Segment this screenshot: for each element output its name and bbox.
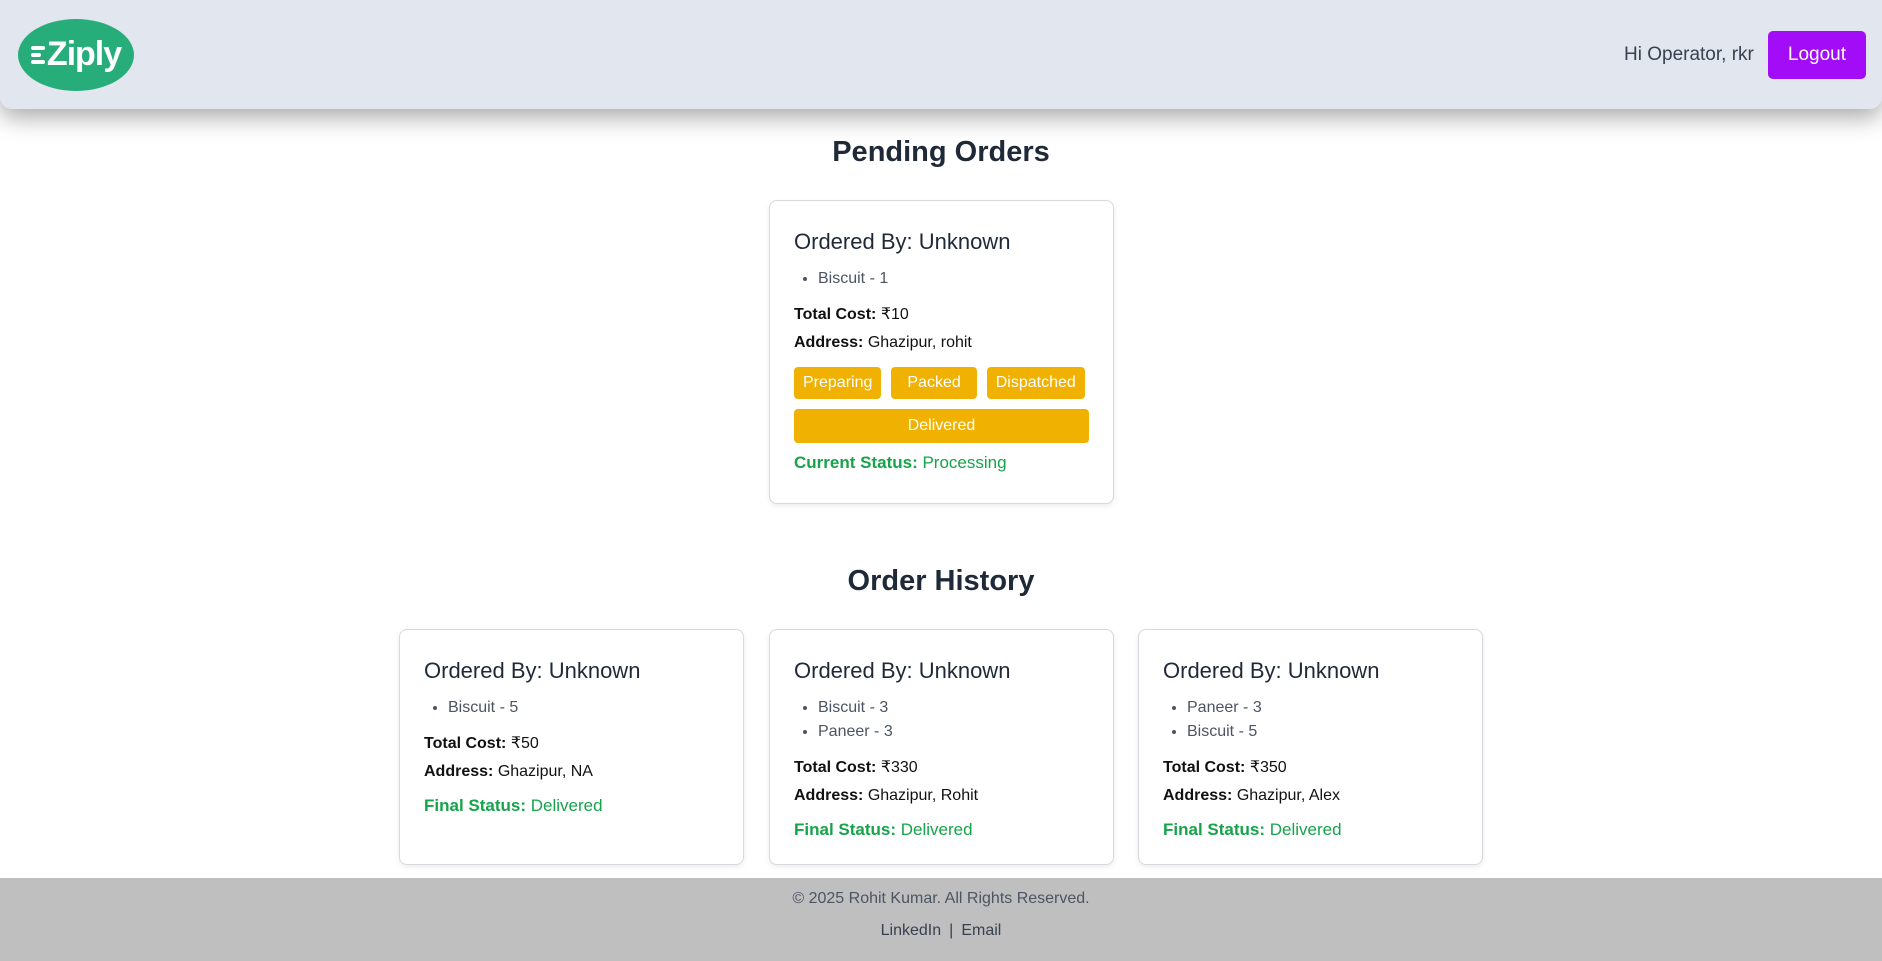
address-value: Ghazipur, rohit (867, 334, 972, 351)
address-value: Ghazipur, Alex (1236, 787, 1340, 804)
address: Address: Ghazipur, Rohit (794, 782, 1089, 810)
address-value: Ghazipur, Rohit (867, 787, 979, 804)
status-value: Delivered (900, 820, 973, 839)
total-cost-value: ₹350 (1249, 759, 1287, 776)
total-cost-value: ₹10 (880, 306, 909, 323)
order-items-list: Biscuit - 5 (424, 696, 719, 720)
packed-button[interactable]: Packed (891, 367, 977, 399)
total-cost-label: Total Cost: (1163, 759, 1246, 776)
total-cost: Total Cost: ₹330 (794, 754, 1089, 782)
order-history-title: Order History (847, 565, 1035, 597)
total-cost-label: Total Cost: (794, 306, 877, 323)
total-cost: Total Cost: ₹350 (1163, 754, 1458, 782)
speed-lines-icon (30, 45, 45, 64)
address-value: Ghazipur, NA (497, 763, 593, 780)
total-cost-value: ₹50 (510, 735, 539, 752)
list-item: Paneer - 3 (818, 720, 1089, 744)
total-cost-label: Total Cost: (424, 735, 507, 752)
preparing-button[interactable]: Preparing (794, 367, 882, 399)
list-item: Biscuit - 1 (818, 267, 1089, 291)
status-action-row: Preparing Packed Dispatched (794, 367, 1089, 399)
address-label: Address: (424, 763, 494, 780)
ordered-by: Ordered By: Unknown (794, 658, 1011, 683)
email-link[interactable]: Email (961, 922, 1001, 939)
order-items-list: Paneer - 3 Biscuit - 5 (1163, 696, 1458, 744)
footer-separator: | (949, 922, 954, 939)
total-cost-value: ₹330 (880, 759, 918, 776)
status-label: Final Status: (794, 820, 897, 839)
ordered-by: Ordered By: Unknown (424, 658, 641, 683)
ordered-by: Ordered By: Unknown (794, 229, 1011, 254)
nav-user-area: Hi Operator, rkr Logout (1624, 30, 1866, 79)
total-cost: Total Cost: ₹50 (424, 730, 719, 758)
address: Address: Ghazipur, Alex (1163, 782, 1458, 810)
status-value: Delivered (1269, 820, 1342, 839)
status-value: Delivered (530, 796, 603, 815)
footer-links: LinkedIn | Email (0, 922, 1882, 940)
linkedin-link[interactable]: LinkedIn (881, 922, 942, 939)
logout-button[interactable]: Logout (1767, 30, 1866, 79)
total-cost: Total Cost: ₹10 (794, 301, 1089, 329)
list-item: Paneer - 3 (1187, 696, 1458, 720)
pending-orders-title: Pending Orders (832, 136, 1050, 168)
history-order-card: Ordered By: Unknown Biscuit - 3 Paneer -… (769, 629, 1114, 865)
ordered-by: Ordered By: Unknown (1163, 658, 1380, 683)
top-navbar: Ziply Hi Operator, rkr Logout (0, 0, 1882, 109)
address: Address: Ghazipur, rohit (794, 329, 1089, 357)
history-order-card: Ordered By: Unknown Paneer - 3 Biscuit -… (1138, 629, 1483, 865)
list-item: Biscuit - 3 (818, 696, 1089, 720)
status-label: Final Status: (424, 796, 527, 815)
address-label: Address: (1163, 787, 1233, 804)
pending-order-card: Ordered By: Unknown Biscuit - 1 Total Co… (769, 200, 1114, 504)
current-status: Current Status: Processing (794, 453, 1089, 473)
address: Address: Ghazipur, NA (424, 758, 719, 786)
address-label: Address: (794, 787, 864, 804)
user-greeting: Hi Operator, rkr (1624, 43, 1754, 65)
list-item: Biscuit - 5 (448, 696, 719, 720)
ziply-logo[interactable]: Ziply (18, 18, 134, 91)
order-items-list: Biscuit - 1 (794, 267, 1089, 291)
logo-text: Ziply (46, 35, 122, 73)
total-cost-label: Total Cost: (794, 759, 877, 776)
delivered-button[interactable]: Delivered (794, 409, 1089, 443)
status-label: Current Status: (794, 453, 918, 472)
final-status: Final Status: Delivered (1163, 820, 1458, 840)
status-label: Final Status: (1163, 820, 1266, 839)
order-items-list: Biscuit - 3 Paneer - 3 (794, 696, 1089, 744)
page-footer: © 2025 Rohit Kumar. All Rights Reserved.… (0, 878, 1882, 961)
address-label: Address: (794, 334, 864, 351)
list-item: Biscuit - 5 (1187, 720, 1458, 744)
status-value: Processing (922, 453, 1007, 472)
history-order-card: Ordered By: Unknown Biscuit - 5 Total Co… (399, 629, 744, 865)
final-status: Final Status: Delivered (794, 820, 1089, 840)
final-status: Final Status: Delivered (424, 796, 719, 816)
copyright-text: © 2025 Rohit Kumar. All Rights Reserved. (792, 890, 1090, 907)
dispatched-button[interactable]: Dispatched (986, 367, 1085, 399)
